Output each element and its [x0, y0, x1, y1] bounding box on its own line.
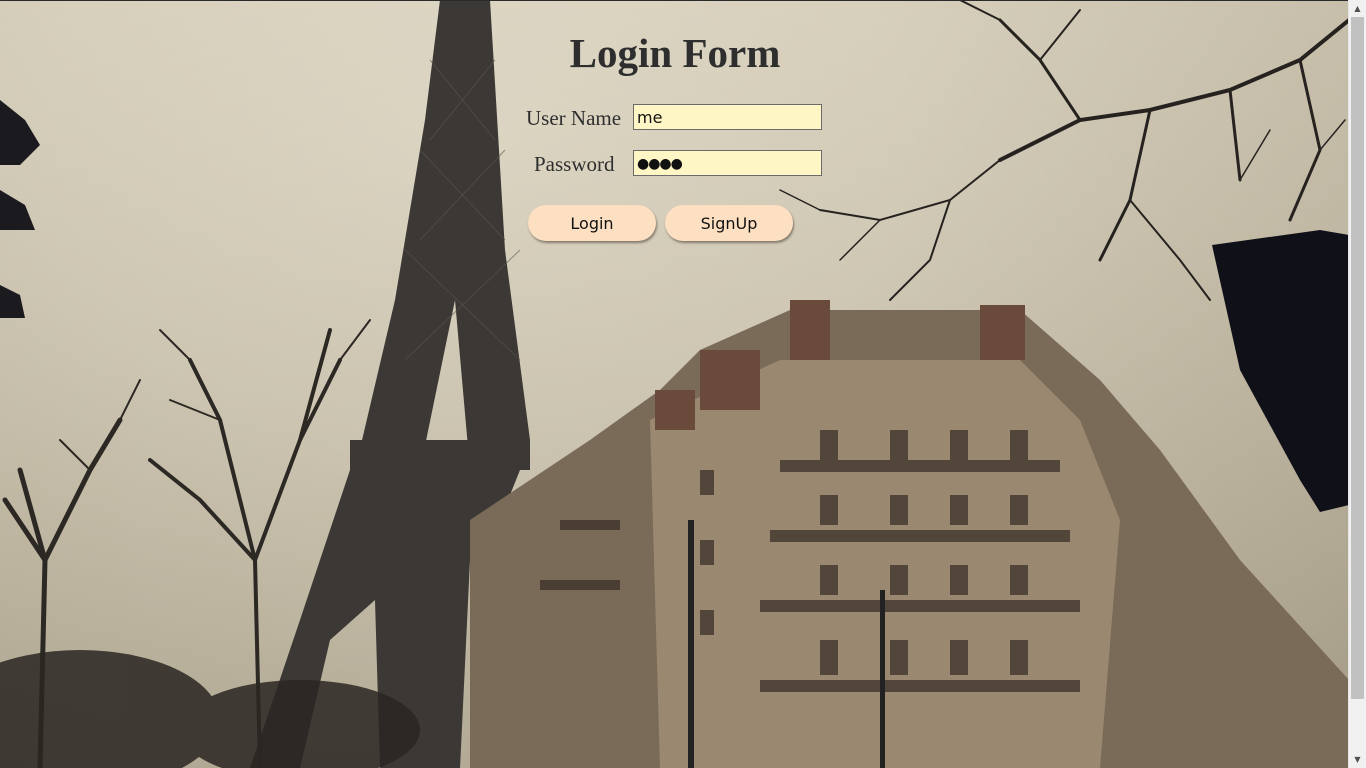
password-label: Password	[534, 152, 615, 176]
username-row: User Name me	[510, 104, 840, 132]
password-input[interactable]: ●●●●	[633, 150, 822, 176]
username-label: User Name	[526, 106, 622, 130]
password-row: Password ●●●●	[510, 150, 840, 178]
login-button[interactable]: Login	[528, 205, 656, 241]
login-form: Login Form User Name me Password ●●●● Lo…	[510, 28, 840, 241]
scroll-down-arrow-icon[interactable]: ▼	[1349, 751, 1366, 768]
vertical-scrollbar[interactable]: ▲ ▼	[1348, 0, 1366, 768]
window-top-border	[0, 0, 1366, 1]
scrollbar-thumb[interactable]	[1351, 17, 1364, 699]
form-title: Login Form	[569, 30, 781, 76]
username-input[interactable]: me	[633, 104, 822, 130]
signup-button[interactable]: SignUp	[665, 205, 793, 241]
scroll-up-arrow-icon[interactable]: ▲	[1349, 0, 1366, 17]
